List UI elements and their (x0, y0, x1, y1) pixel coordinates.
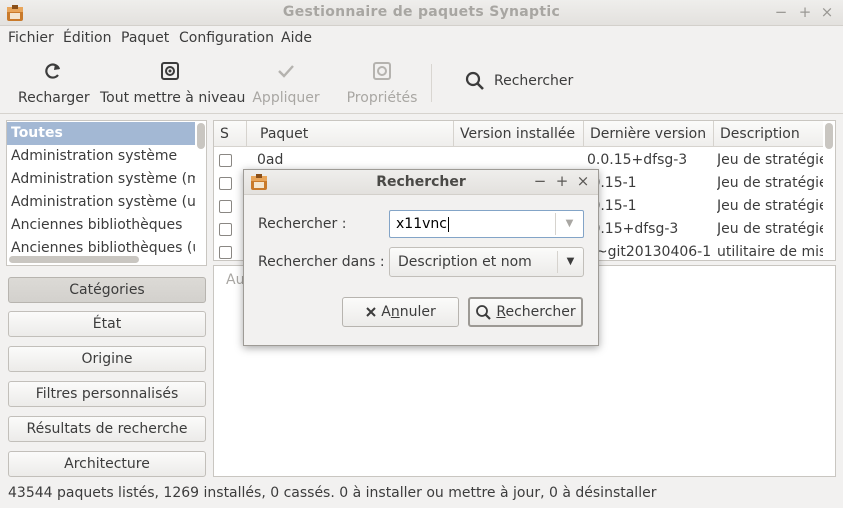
menu-edition[interactable]: Édition (63, 30, 111, 46)
package-description: Jeu de stratégie (717, 175, 823, 191)
category-item[interactable]: Toutes (7, 122, 195, 145)
search-in-select[interactable]: Description et nom ▼ (389, 247, 584, 277)
reload-button[interactable]: Recharger (18, 58, 90, 106)
properties-label: Propriétés (346, 90, 418, 106)
package-vertical-scrollbar[interactable] (825, 123, 833, 149)
menu-paquet[interactable]: Paquet (121, 30, 169, 46)
search-input-value: x11vnc (396, 216, 447, 232)
column-package[interactable]: Paquet (254, 121, 454, 147)
package-checkbox[interactable] (219, 154, 232, 167)
category-horizontal-scrollbar[interactable] (9, 256, 139, 263)
menu-fichier[interactable]: Fichier (8, 30, 54, 46)
cancel-button[interactable]: Annuler (342, 297, 459, 327)
search-dialog: Rechercher − + × Rechercher : x11vnc ▼ R… (243, 169, 599, 346)
package-description: Jeu de stratégie (717, 198, 823, 214)
close-icon[interactable]: × (818, 3, 836, 21)
close-icon[interactable]: × (575, 172, 591, 190)
menu-aide[interactable]: Aide (281, 30, 312, 46)
column-latest-version[interactable]: Dernière version (584, 121, 714, 147)
minimize-icon[interactable]: − (532, 172, 548, 190)
upgrade-icon (161, 62, 179, 80)
category-vertical-scrollbar[interactable] (197, 123, 205, 149)
package-latest-version: .0.15-1 (587, 175, 637, 191)
description-text: Au (226, 272, 245, 288)
column-installed-version[interactable]: Version installée (454, 121, 584, 147)
search-button[interactable]: Rechercher (464, 70, 576, 92)
filter-origin-button[interactable]: Origine (8, 346, 206, 372)
reload-icon (45, 63, 61, 79)
package-description: Jeu de stratégie (717, 152, 823, 168)
package-table-header: S Paquet Version installée Dernière vers… (214, 121, 823, 147)
properties-icon (373, 62, 391, 80)
maximize-icon[interactable]: + (554, 172, 570, 190)
window-titlebar: Gestionnaire de paquets Synaptic − + × (0, 0, 843, 26)
search-input[interactable]: x11vnc ▼ (389, 210, 584, 238)
column-status[interactable]: S (214, 121, 247, 147)
search-icon (465, 71, 484, 90)
toolbar: Recharger Tout mettre à niveau Appliquer… (0, 52, 843, 114)
status-bar: 43544 paquets listés, 1269 installés, 0 … (8, 485, 657, 501)
apply-label: Appliquer (252, 90, 320, 106)
package-checkbox[interactable] (219, 177, 232, 190)
filter-search-results-button[interactable]: Résultats de recherche (8, 416, 206, 442)
package-checkbox[interactable] (219, 223, 232, 236)
category-item[interactable]: Administration système (7, 145, 195, 168)
maximize-icon[interactable]: + (796, 3, 814, 21)
minimize-icon[interactable]: − (772, 3, 790, 21)
cancel-label-rest: nuler (399, 304, 436, 320)
cancel-mnemonic: n (390, 304, 400, 320)
package-description: utilitaire de mis (717, 244, 823, 260)
search-field-label: Rechercher : (258, 216, 347, 232)
properties-button[interactable]: Propriétés (343, 58, 421, 106)
package-latest-version: .0.15+dfsg-3 (587, 221, 679, 237)
filter-categories-button[interactable]: Catégories (8, 277, 206, 303)
category-item[interactable]: Anciennes bibliothèques (7, 214, 195, 237)
filter-status-button[interactable]: État (8, 311, 206, 337)
filter-architecture-button[interactable]: Architecture (8, 451, 206, 477)
category-list: Toutes Administration système Administra… (6, 120, 207, 266)
chevron-down-icon: ▼ (557, 251, 583, 273)
search-confirm-label: echercher (505, 304, 576, 320)
package-latest-version: 0.0.15+dfsg-3 (587, 152, 688, 168)
column-description[interactable]: Description (714, 121, 823, 147)
cancel-label: A (381, 304, 391, 320)
package-description: Jeu de stratégie (717, 221, 823, 237)
apply-button[interactable]: Appliquer (250, 58, 322, 106)
search-confirm-button[interactable]: Rechercher (468, 297, 583, 327)
category-item[interactable]: Administration système (ur (7, 191, 195, 214)
package-checkbox[interactable] (219, 200, 232, 213)
filter-custom-button[interactable]: Filtres personnalisés (8, 381, 206, 407)
chevron-down-icon[interactable]: ▼ (555, 213, 583, 235)
dialog-titlebar: Rechercher − + × (244, 170, 598, 195)
window-title: Gestionnaire de paquets Synaptic (282, 4, 561, 20)
search-label: Rechercher (494, 73, 574, 89)
upgrade-all-label: Tout mettre à niveau (100, 90, 246, 106)
category-item[interactable]: Administration système (m (7, 168, 195, 191)
package-checkbox[interactable] (219, 246, 232, 259)
package-latest-version: 6~git20130406-1 (587, 244, 712, 260)
search-in-value: Description et nom (398, 254, 532, 270)
toolbar-separator (431, 64, 432, 102)
upgrade-all-button[interactable]: Tout mettre à niveau (100, 58, 246, 106)
reload-label: Recharger (18, 90, 90, 106)
text-caret (447, 216, 449, 232)
package-latest-version: .0.15-1 (587, 198, 637, 214)
checkmark-icon (278, 65, 294, 78)
menu-bar: Fichier Édition Paquet Configuration Aid… (0, 26, 843, 52)
search-in-label: Rechercher dans : (258, 254, 385, 270)
close-icon (366, 307, 376, 317)
menu-configuration[interactable]: Configuration (179, 30, 274, 46)
search-icon (476, 304, 492, 320)
